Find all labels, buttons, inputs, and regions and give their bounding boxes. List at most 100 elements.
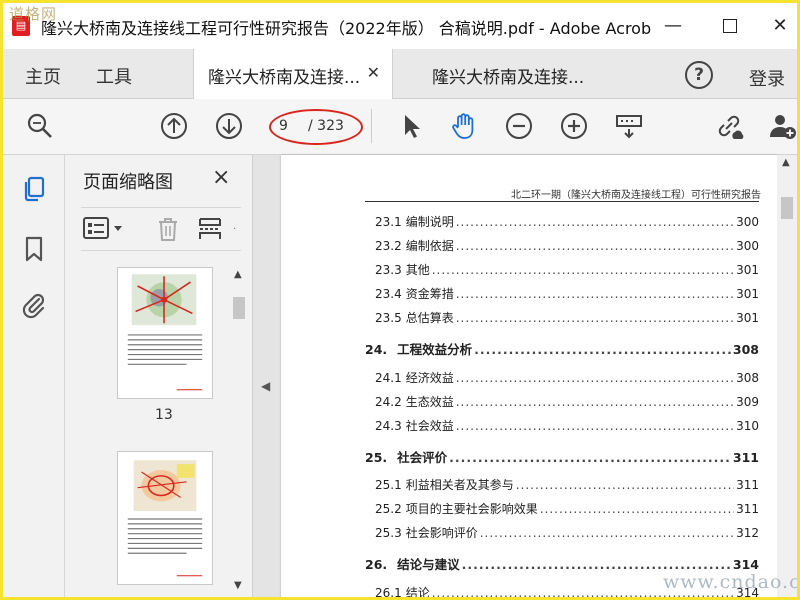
tab-close-icon[interactable]: ✕ [367,63,380,82]
toc-leader-dots [462,557,731,572]
toc-title: 经济效益 [405,371,454,385]
collapse-panel-icon[interactable]: ◀ [261,379,270,393]
tab-document-1[interactable]: 隆兴大桥南及连接... ✕ [193,49,393,99]
toc-leader-dots [432,263,734,277]
toc-section-row[interactable]: 24.3社会效益 310 [375,417,759,435]
zoom-in-icon[interactable] [559,111,589,141]
thumbnail-options-icon[interactable] [83,216,127,242]
toc-title: 生态效益 [405,395,454,409]
toc-page-number: 312 [736,526,759,540]
attachments-icon[interactable] [20,291,48,319]
toc-number: 23.3 [375,263,402,277]
zoom-out-icon[interactable] [504,111,534,141]
share-link-icon[interactable] [714,111,744,141]
toc-chapter-row[interactable]: 26. 结论与建议 314 [365,554,759,572]
toc-title: 利益相关者及其参与 [405,478,514,492]
toc-section-row[interactable]: 24.2生态效益 309 [375,393,759,411]
toc-leader-dots [516,478,734,492]
toc-leader-dots [456,287,734,301]
thumbnail-panel: 页面缩略图 × · 13 ▲ ▼ [65,155,253,597]
document-scrollbar[interactable]: ▲ [777,155,797,597]
toc-section-row[interactable]: 23.1编制说明 300 [375,213,759,231]
toc-number: 25.2 [375,502,402,516]
minimize-button[interactable]: — [658,11,688,41]
toc-number: 24.3 [375,419,402,433]
toc-title: 其他 [405,263,430,277]
help-icon[interactable]: ? [685,61,713,89]
doc-scroll-up-icon[interactable]: ▲ [782,157,790,168]
toc-section-row[interactable]: 25.2项目的主要社会影响效果 311 [375,500,759,518]
toc-number: 23.5 [375,311,402,325]
toc-section-row[interactable]: 25.1利益相关者及其参与 311 [375,476,759,494]
toc-chapter-row[interactable]: 25. 社会评价 311 [365,447,759,465]
previous-page-icon[interactable] [159,111,189,141]
toc-page-number: 308 [732,342,759,357]
thumbnail-label: 13 [155,407,173,423]
menu-home[interactable]: 主页 [25,63,61,89]
page-view-icon[interactable] [614,111,644,141]
delete-page-icon[interactable] [155,216,181,242]
toc-number: 24.2 [375,395,402,409]
toc-title: 编制说明 [405,215,454,229]
panel-close-icon[interactable]: × [212,165,230,190]
scroll-up-icon[interactable]: ▲ [234,269,242,280]
pdf-page: 北二环一期（隆兴大桥南及连接线工程）可行性研究报告 23.1编制说明30023.… [281,155,777,600]
toc-page-number: 309 [736,395,759,409]
tab-document-2[interactable]: 隆兴大桥南及连接... [418,49,618,99]
toc-leader-dots [474,342,731,357]
page-thumbnail-14[interactable] [117,451,213,585]
add-user-icon[interactable] [767,111,797,141]
toc-leader-dots [456,239,734,253]
page-thumbnail-13[interactable] [117,267,213,399]
toc-chapter-row[interactable]: 24. 工程效益分析 308 [365,339,759,357]
tab-document-2-label: 隆兴大桥南及连接... [432,68,585,88]
toc-section-row[interactable]: 24.1经济效益 308 [375,369,759,387]
maximize-button[interactable] [715,11,745,41]
toc-page-number: 301 [736,311,759,325]
toc-page-number: 310 [736,419,759,433]
toc-leader-dots [456,419,734,433]
select-cursor-icon[interactable] [397,111,427,141]
scrollbar-thumb[interactable] [233,297,245,319]
toc-page-number: 300 [736,239,759,253]
doc-scrollbar-thumb[interactable] [781,197,793,219]
page-thumbnails-icon[interactable] [20,175,48,203]
toc-page-number: 311 [732,450,759,465]
tab-bar: 主页 工具 隆兴大桥南及连接... ✕ 隆兴大桥南及连接... ? 登录 [3,49,797,99]
bookmarks-icon[interactable] [20,235,48,263]
toc-number: 23.4 [375,287,402,301]
thumbnail-map-image [127,274,203,391]
more-tools-icon[interactable]: · [233,224,239,235]
toc-section-row[interactable]: 25.3社会影响评价 312 [375,524,759,542]
toc-leader-dots [540,502,734,516]
toolbar: 9 / 323 [3,99,797,155]
toolbar-divider [371,109,372,143]
hand-tool-icon[interactable] [449,111,479,141]
toc-page-number: 311 [736,478,759,492]
next-page-icon[interactable] [214,111,244,141]
toc-number: 23.1 [375,215,402,229]
login-button[interactable]: 登录 [749,65,785,91]
toc-title: 社会评价 [397,450,448,465]
red-annotation-ellipse [269,109,363,145]
toc-number: 25.1 [375,478,402,492]
scroll-down-icon[interactable]: ▼ [234,580,242,591]
toc-page-number: 301 [736,263,759,277]
toc-leader-dots [480,526,734,540]
toc-section-row[interactable]: 23.3其他 301 [375,261,759,279]
extract-pages-icon[interactable] [197,216,223,242]
toc-section-row[interactable]: 23.5总估算表 301 [375,309,759,327]
toc-number: 23.2 [375,239,402,253]
menu-tools[interactable]: 工具 [96,63,132,89]
toc-section-row[interactable]: 23.2编制依据 300 [375,237,759,255]
thumbnail-scrollbar[interactable]: ▲ ▼ [231,267,247,593]
toc-page-number: 311 [736,502,759,516]
toc-number: 26.1 [375,586,402,600]
toc-section-row[interactable]: 23.4资金筹措 301 [375,285,759,303]
toc-number: 24.1 [375,371,402,385]
search-icon[interactable] [25,111,55,141]
toc-leader-dots [456,371,734,385]
toc-page-number: 301 [736,287,759,301]
panel-tools: · [81,207,241,251]
close-window-button[interactable]: ✕ [765,11,795,41]
